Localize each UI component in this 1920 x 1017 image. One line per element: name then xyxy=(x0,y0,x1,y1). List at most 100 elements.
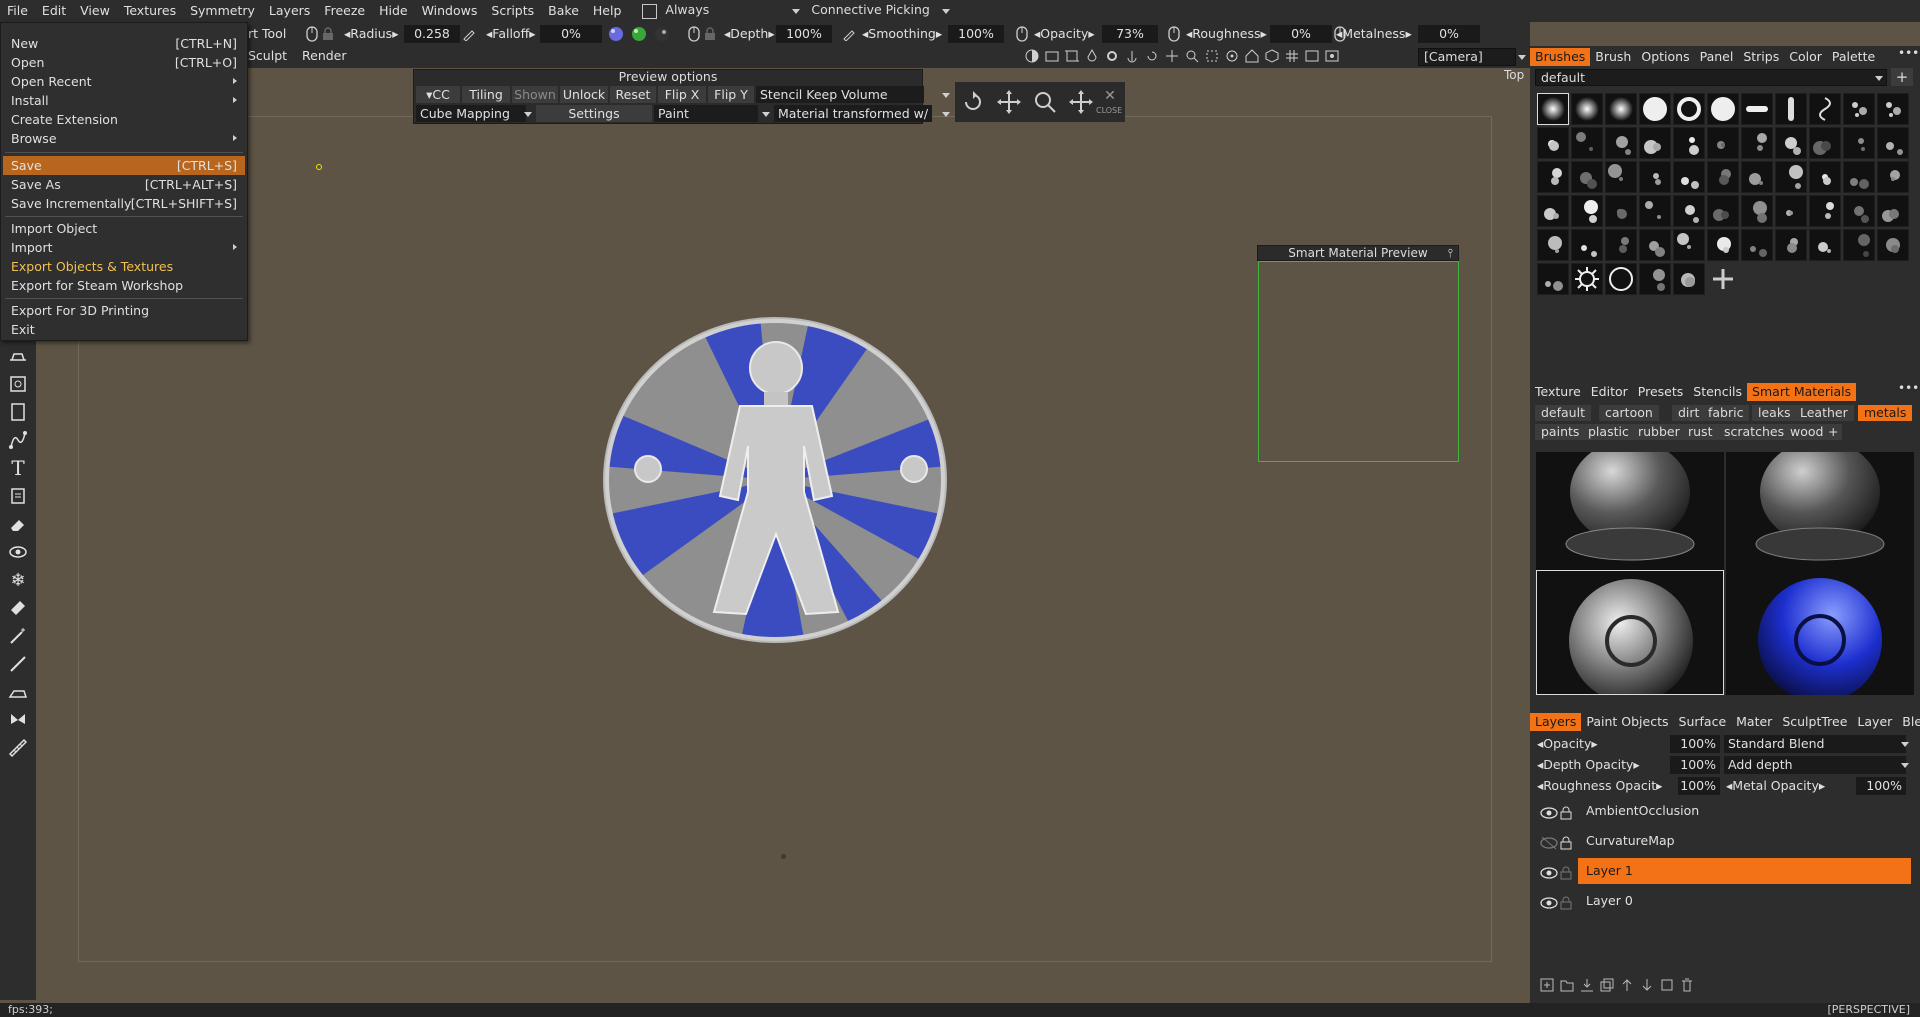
always-checkbox[interactable] xyxy=(642,3,658,19)
brush-thumb[interactable] xyxy=(1571,93,1603,125)
pan-icon[interactable] xyxy=(1069,90,1093,114)
menu-item-new[interactable]: New [CTRL+N] xyxy=(3,34,245,53)
eye-icon[interactable] xyxy=(1540,893,1558,919)
menu-item-import-object[interactable]: Import Object xyxy=(3,219,245,238)
more-icon[interactable]: ••• xyxy=(1898,46,1919,60)
metalness-field[interactable]: 0% xyxy=(1418,25,1480,43)
rotate-icon[interactable] xyxy=(961,90,985,114)
render-room-tab[interactable]: Render xyxy=(302,44,347,68)
eye-icon[interactable] xyxy=(1540,863,1558,889)
image-icon[interactable] xyxy=(1305,49,1319,63)
brush-thumb[interactable] xyxy=(1843,229,1875,261)
depth-mode-dropdown[interactable]: Add depth xyxy=(1724,756,1906,774)
move-down-icon[interactable] xyxy=(1640,978,1654,992)
tag-default[interactable]: default xyxy=(1535,405,1591,421)
tab-editor[interactable]: Editor xyxy=(1586,383,1633,401)
crop-icon[interactable] xyxy=(1065,49,1079,63)
menu-item-import[interactable]: Import xyxy=(3,238,245,257)
pen-icon[interactable] xyxy=(462,27,476,44)
close-icon[interactable]: ✕ xyxy=(1098,88,1122,104)
blend-mode-dropdown[interactable]: Standard Blend xyxy=(1724,735,1906,753)
home-icon[interactable] xyxy=(1245,49,1259,63)
brush-thumb[interactable] xyxy=(1605,127,1637,159)
smoothing-label[interactable]: ◂Smoothing▸ xyxy=(862,22,942,46)
brush-thumb[interactable] xyxy=(1639,127,1671,159)
drop-icon[interactable] xyxy=(1085,49,1099,63)
ruler-icon[interactable] xyxy=(6,736,30,760)
brush-thumb[interactable] xyxy=(1571,229,1603,261)
frame-icon[interactable] xyxy=(1045,49,1059,63)
opacity-field[interactable]: 73% xyxy=(1102,25,1158,43)
menu-item-export-steam-workshop[interactable]: Export for Steam Workshop xyxy=(3,276,245,295)
brush-thumb[interactable] xyxy=(1605,93,1637,125)
brush-thumb[interactable] xyxy=(1605,229,1637,261)
brush-thumb[interactable] xyxy=(1775,195,1807,227)
tab-brushes[interactable]: Brushes xyxy=(1530,48,1591,66)
brush-thumb[interactable] xyxy=(1843,93,1875,125)
trash-icon[interactable] xyxy=(1680,978,1694,992)
layer-row[interactable]: AmbientOcclusion xyxy=(1536,798,1911,824)
brush-thumb[interactable] xyxy=(1639,263,1671,295)
menu-view[interactable]: View xyxy=(73,0,117,22)
brush-thumb[interactable] xyxy=(1707,195,1739,227)
text-icon[interactable]: T xyxy=(6,456,30,480)
tab-paint-objects[interactable]: Paint Objects xyxy=(1581,713,1673,731)
lock-icon[interactable] xyxy=(322,27,334,44)
fit-icon[interactable] xyxy=(1205,49,1219,63)
tag-plastic[interactable]: plastic xyxy=(1582,424,1635,440)
brush-thumb[interactable] xyxy=(1775,229,1807,261)
menu-item-export-3d-printing[interactable]: Export For 3D Printing xyxy=(3,301,245,320)
eraser-icon[interactable] xyxy=(6,512,30,536)
brush-thumb[interactable] xyxy=(1673,229,1705,261)
menu-item-save-incrementally[interactable]: Save Incrementally [CTRL+SHIFT+S] xyxy=(3,194,245,213)
menu-item-export-objects-textures[interactable]: Export Objects & Textures xyxy=(3,257,245,276)
brush-thumb[interactable] xyxy=(1741,195,1773,227)
chevron-down-icon[interactable] xyxy=(942,8,951,14)
brush-thumb[interactable] xyxy=(1639,229,1671,261)
menu-item-save-as[interactable]: Save As [CTRL+ALT+S] xyxy=(3,175,245,194)
tag-metals[interactable]: metals xyxy=(1858,405,1913,421)
brush-thumb[interactable] xyxy=(1537,263,1569,295)
opacity-label[interactable]: ◂Opacity▸ xyxy=(1034,22,1095,46)
zoom-icon[interactable] xyxy=(1185,49,1199,63)
menu-item-create-extension[interactable]: Create Extension xyxy=(3,110,245,129)
material-thumb-2[interactable] xyxy=(1726,452,1914,577)
brush-thumb[interactable] xyxy=(1877,229,1909,261)
brush-thumb[interactable] xyxy=(1707,229,1739,261)
flip-y-button[interactable]: Flip Y xyxy=(708,86,754,103)
add-folder-icon[interactable] xyxy=(1560,978,1574,992)
menu-item-browse[interactable]: Browse xyxy=(3,129,245,148)
material-sphere-icon[interactable] xyxy=(608,26,624,45)
tag-scratches[interactable]: scratches xyxy=(1718,424,1791,440)
menu-edit[interactable]: Edit xyxy=(35,0,73,22)
document-icon[interactable] xyxy=(6,400,30,424)
lock-icon[interactable] xyxy=(1560,863,1572,889)
brush-thumb[interactable] xyxy=(1537,127,1569,159)
brush-thumb[interactable] xyxy=(1673,195,1705,227)
layer-name[interactable]: AmbientOcclusion xyxy=(1578,798,1911,824)
brush-thumb[interactable] xyxy=(1673,263,1705,295)
tag-rubber[interactable]: rubber xyxy=(1632,424,1686,440)
cube-icon[interactable] xyxy=(1265,49,1279,63)
brush-thumb[interactable] xyxy=(1775,93,1807,125)
target-icon[interactable] xyxy=(1225,49,1239,63)
menu-item-save[interactable]: Save [CTRL+S] xyxy=(3,156,245,175)
material-mode-dropdown[interactable]: Material transformed w/ xyxy=(774,105,932,122)
brush-thumb[interactable] xyxy=(1537,161,1569,193)
dark-sphere-icon[interactable] xyxy=(654,26,670,45)
layer-name[interactable]: CurvatureMap xyxy=(1578,828,1911,854)
mouse-icon[interactable] xyxy=(1168,26,1180,45)
layer-opacity-field[interactable]: 100% xyxy=(1670,735,1720,753)
unlock-button[interactable]: Unlock xyxy=(560,86,608,103)
brush-thumb[interactable] xyxy=(1843,195,1875,227)
move-up-icon[interactable] xyxy=(1620,978,1634,992)
settings-button[interactable]: Settings xyxy=(536,105,652,122)
roughness-opacity-field[interactable]: 100% xyxy=(1678,777,1720,795)
iron-icon[interactable] xyxy=(6,680,30,704)
roughness-label[interactable]: ◂Roughness▸ xyxy=(1186,22,1267,46)
cc-button[interactable]: ▾CC xyxy=(416,86,460,103)
brush-thumb[interactable] xyxy=(1673,127,1705,159)
chevron-down-icon[interactable] xyxy=(524,112,532,117)
anchor-icon[interactable] xyxy=(1125,49,1139,63)
move-icon[interactable] xyxy=(997,90,1021,114)
